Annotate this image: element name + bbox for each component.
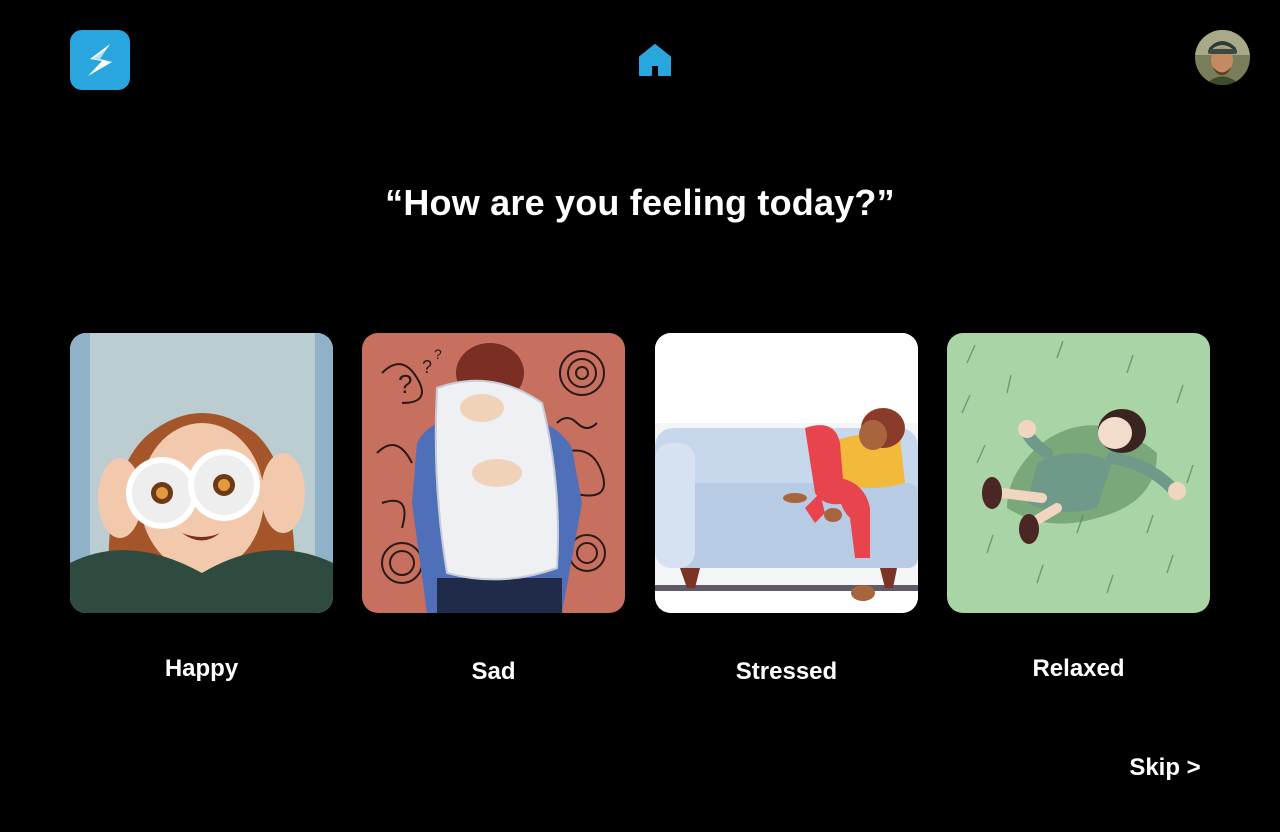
stressed-illustration [655, 333, 918, 613]
mood-card-sad[interactable]: ? ? ? [362, 333, 625, 613]
home-icon [639, 44, 671, 76]
app-logo[interactable] [70, 30, 130, 90]
skip-button[interactable]: Skip > [1110, 754, 1220, 782]
mood-check-screen: “How are you feeling today?” Happy ? ? ?… [0, 0, 1280, 832]
svg-text:?: ? [434, 346, 442, 362]
happy-illustration [70, 333, 333, 613]
svg-text:?: ? [422, 357, 432, 377]
mood-label-stressed: Stressed [735, 658, 838, 685]
page-title: “How are you feeling today?” [385, 182, 895, 223]
mood-card-relaxed[interactable] [947, 333, 1210, 613]
user-avatar[interactable] [1195, 30, 1250, 85]
avatar-photo-icon [1195, 30, 1250, 85]
mood-label-happy: Happy [164, 655, 239, 682]
mood-card-stressed[interactable] [655, 333, 918, 613]
relaxed-illustration [947, 333, 1210, 613]
home-button[interactable] [637, 42, 673, 78]
svg-text:?: ? [398, 369, 412, 399]
mood-card-happy[interactable] [70, 333, 333, 613]
sad-illustration: ? ? ? [362, 333, 625, 613]
bolt-s-logo-icon [88, 44, 112, 76]
mood-label-relaxed: Relaxed [1032, 655, 1125, 682]
mood-label-sad: Sad [471, 658, 516, 685]
